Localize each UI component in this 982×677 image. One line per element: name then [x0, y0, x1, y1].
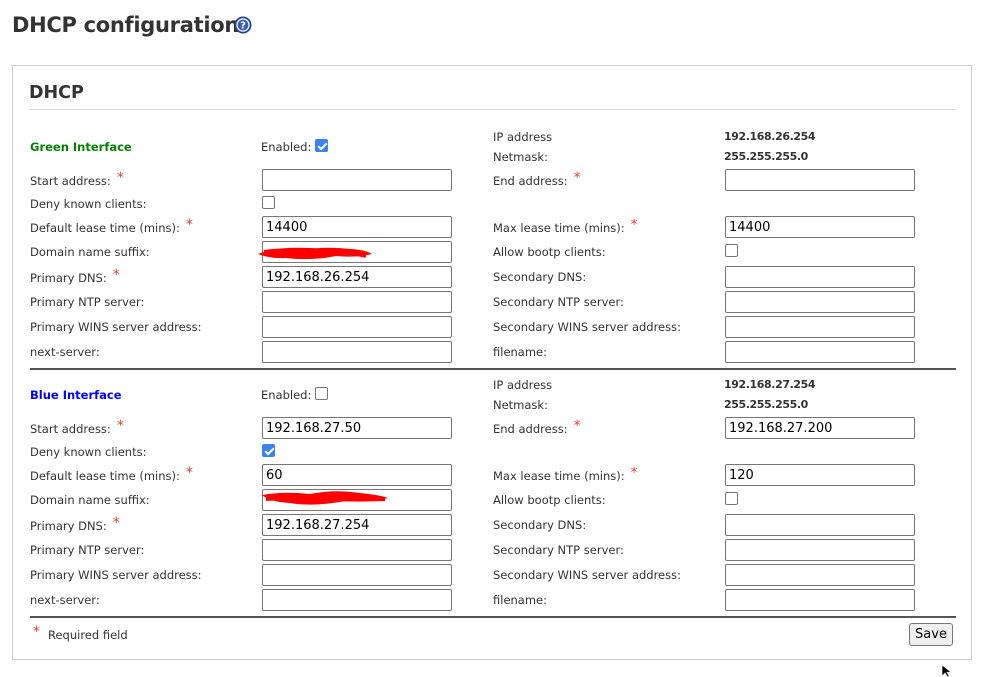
green-wins1-label: Primary WINS server address: — [30, 320, 202, 334]
green-max-lease-input[interactable] — [725, 216, 915, 238]
blue-interface-section: Blue Interface Enabled: IP address 192.1… — [30, 374, 956, 622]
green-end-input[interactable] — [725, 169, 915, 191]
green-start-label: Start address: * — [30, 170, 124, 188]
green-next-server-label: next-server: — [30, 345, 100, 359]
blue-next-server-label: next-server: — [30, 593, 100, 607]
blue-filename-input[interactable] — [725, 589, 915, 611]
green-bootp-checkbox[interactable] — [725, 244, 739, 258]
required-icon: * — [630, 217, 638, 233]
green-enabled-label: Enabled: — [261, 140, 312, 154]
blue-netmask-value: 255.255.255.0 — [724, 398, 808, 411]
panel-title-divider — [29, 109, 956, 110]
footer-divider — [30, 616, 956, 618]
required-icon: * — [112, 267, 120, 283]
green-dns2-input[interactable] — [725, 266, 915, 288]
green-deny-label: Deny known clients: — [30, 197, 147, 211]
blue-wins2-input[interactable] — [725, 564, 915, 586]
green-interface-section: Green Interface Enabled: IP address 192.… — [30, 126, 956, 374]
green-dns1-input[interactable] — [262, 266, 452, 288]
blue-next-server-input[interactable] — [262, 589, 452, 611]
required-icon: * — [33, 624, 40, 640]
blue-dns1-input[interactable] — [262, 514, 452, 536]
blue-domain-label: Domain name suffix: — [30, 493, 150, 507]
blue-netmask-label: Netmask: — [493, 398, 548, 412]
blue-bootp-label: Allow bootp clients: — [493, 493, 606, 507]
required-field-note: * Required field — [33, 624, 128, 642]
blue-wins2-label: Secondary WINS server address: — [493, 568, 681, 582]
blue-wins1-input[interactable] — [262, 564, 452, 586]
blue-bootp-checkbox[interactable] — [725, 492, 739, 506]
save-button[interactable]: Save — [909, 623, 953, 646]
section-divider — [30, 368, 956, 370]
green-wins2-label: Secondary WINS server address: — [493, 320, 681, 334]
blue-end-label: End address: * — [493, 418, 581, 436]
green-default-lease-label: Default lease time (mins): * — [30, 217, 193, 235]
required-icon: * — [573, 170, 581, 186]
green-ntp1-input[interactable] — [262, 291, 452, 313]
blue-filename-label: filename: — [493, 593, 548, 607]
required-icon: * — [630, 465, 638, 481]
blue-max-lease-label: Max lease time (mins): * — [493, 465, 638, 483]
page-title: DHCP configuration — [12, 13, 240, 37]
required-icon: * — [112, 515, 120, 531]
blue-dns1-label: Primary DNS: * — [30, 515, 120, 533]
blue-domain-input[interactable] — [262, 489, 452, 511]
blue-default-lease-input[interactable] — [262, 464, 452, 486]
green-ntp2-input[interactable] — [725, 291, 915, 313]
required-icon: * — [185, 217, 193, 233]
green-netmask-label: Netmask: — [493, 150, 548, 164]
dhcp-panel: DHCP Green Interface Enabled: IP address… — [12, 65, 972, 660]
green-deny-checkbox[interactable] — [262, 196, 276, 210]
green-ntp1-label: Primary NTP server: — [30, 295, 145, 309]
blue-ip-label: IP address — [493, 378, 553, 392]
blue-dns2-input[interactable] — [725, 514, 915, 536]
blue-dns2-label: Secondary DNS: — [493, 518, 587, 532]
svg-text:?: ? — [240, 21, 246, 32]
blue-interface-label: Blue Interface — [30, 388, 122, 402]
green-max-lease-label: Max lease time (mins): * — [493, 217, 638, 235]
required-icon: * — [573, 418, 581, 434]
help-icon[interactable]: ? — [234, 16, 252, 34]
blue-enabled-checkbox[interactable] — [315, 387, 329, 401]
green-dns1-label: Primary DNS: * — [30, 267, 120, 285]
green-filename-label: filename: — [493, 345, 548, 359]
green-ip-label: IP address — [493, 130, 553, 144]
panel-title: DHCP — [29, 83, 84, 103]
green-next-server-input[interactable] — [262, 341, 452, 363]
blue-ntp1-label: Primary NTP server: — [30, 543, 145, 557]
required-icon: * — [116, 170, 124, 186]
green-default-lease-input[interactable] — [262, 216, 452, 238]
blue-start-input[interactable] — [262, 417, 452, 439]
blue-max-lease-input[interactable] — [725, 464, 915, 486]
green-ntp2-label: Secondary NTP server: — [493, 295, 624, 309]
mouse-pointer-icon — [941, 665, 952, 677]
green-domain-input[interactable] — [262, 241, 452, 263]
blue-wins1-label: Primary WINS server address: — [30, 568, 202, 582]
required-icon: * — [116, 418, 124, 434]
green-dns2-label: Secondary DNS: — [493, 270, 587, 284]
blue-ntp2-label: Secondary NTP server: — [493, 543, 624, 557]
green-start-input[interactable] — [262, 169, 452, 191]
blue-start-label: Start address: * — [30, 418, 124, 436]
green-enabled-checkbox[interactable] — [315, 139, 329, 153]
green-filename-input[interactable] — [725, 341, 915, 363]
green-wins2-input[interactable] — [725, 316, 915, 338]
blue-end-input[interactable] — [725, 417, 915, 439]
blue-deny-checkbox[interactable] — [262, 444, 276, 458]
green-interface-label: Green Interface — [30, 140, 132, 154]
required-icon: * — [185, 465, 193, 481]
green-domain-label: Domain name suffix: — [30, 245, 150, 259]
blue-enabled-label: Enabled: — [261, 388, 312, 402]
blue-ip-value: 192.168.27.254 — [724, 378, 816, 391]
blue-default-lease-label: Default lease time (mins): * — [30, 465, 193, 483]
green-netmask-value: 255.255.255.0 — [724, 150, 808, 163]
green-end-label: End address: * — [493, 170, 581, 188]
blue-deny-label: Deny known clients: — [30, 445, 147, 459]
green-ip-value: 192.168.26.254 — [724, 130, 816, 143]
green-bootp-label: Allow bootp clients: — [493, 245, 606, 259]
green-wins1-input[interactable] — [262, 316, 452, 338]
blue-ntp2-input[interactable] — [725, 539, 915, 561]
blue-ntp1-input[interactable] — [262, 539, 452, 561]
